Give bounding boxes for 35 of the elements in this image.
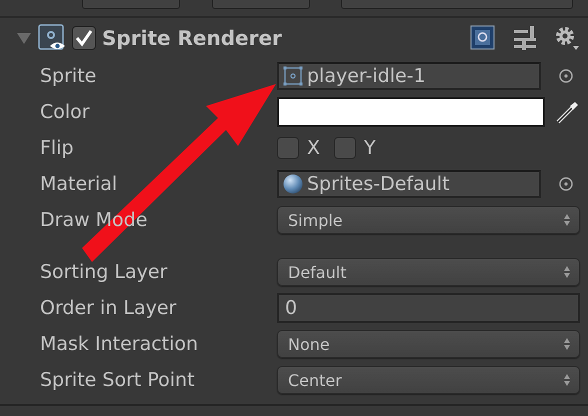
dropdown[interactable]: None: [277, 330, 580, 358]
dropdown[interactable]: Center: [277, 366, 580, 394]
color-field[interactable]: [277, 97, 545, 127]
object-picker-icon[interactable]: [559, 177, 573, 191]
updown-icon: [563, 337, 571, 351]
dropdown[interactable]: Default: [277, 258, 580, 286]
sprite-renderer-icon: [38, 24, 66, 52]
field-label: Color: [40, 101, 91, 123]
field-label: Sorting Layer: [40, 261, 168, 283]
field-label: Material: [40, 173, 118, 195]
enable-checkbox[interactable]: [72, 26, 96, 50]
object-picker-icon[interactable]: [559, 69, 573, 83]
component-title: Sprite Renderer: [102, 26, 282, 50]
help-icon[interactable]: [470, 25, 496, 51]
field-label: Mask Interaction: [40, 333, 200, 355]
settings-icon[interactable]: [554, 25, 580, 51]
preset-sliders-icon[interactable]: [514, 26, 536, 50]
dropdown[interactable]: Simple: [277, 206, 580, 234]
checkbox[interactable]: [277, 137, 299, 159]
number-field[interactable]: 0: [277, 293, 580, 323]
updown-icon: [563, 265, 571, 279]
object-field[interactable]: Sprites-Default: [277, 170, 541, 198]
field-label: Sprite Sort Point: [40, 369, 196, 391]
field-label: Sprite: [40, 65, 98, 87]
checkbox-label: X: [307, 137, 320, 159]
updown-icon: [563, 373, 571, 387]
checkbox-label: Y: [364, 137, 376, 159]
field-label: Flip: [40, 137, 75, 159]
field-label: Order in Layer: [40, 297, 178, 319]
sprite-icon: [283, 66, 303, 86]
sphere-icon: [283, 174, 303, 194]
eyedropper-icon[interactable]: [555, 100, 579, 124]
updown-icon: [563, 213, 571, 227]
checkbox[interactable]: [334, 137, 356, 159]
object-field[interactable]: player-idle-1: [277, 62, 541, 90]
